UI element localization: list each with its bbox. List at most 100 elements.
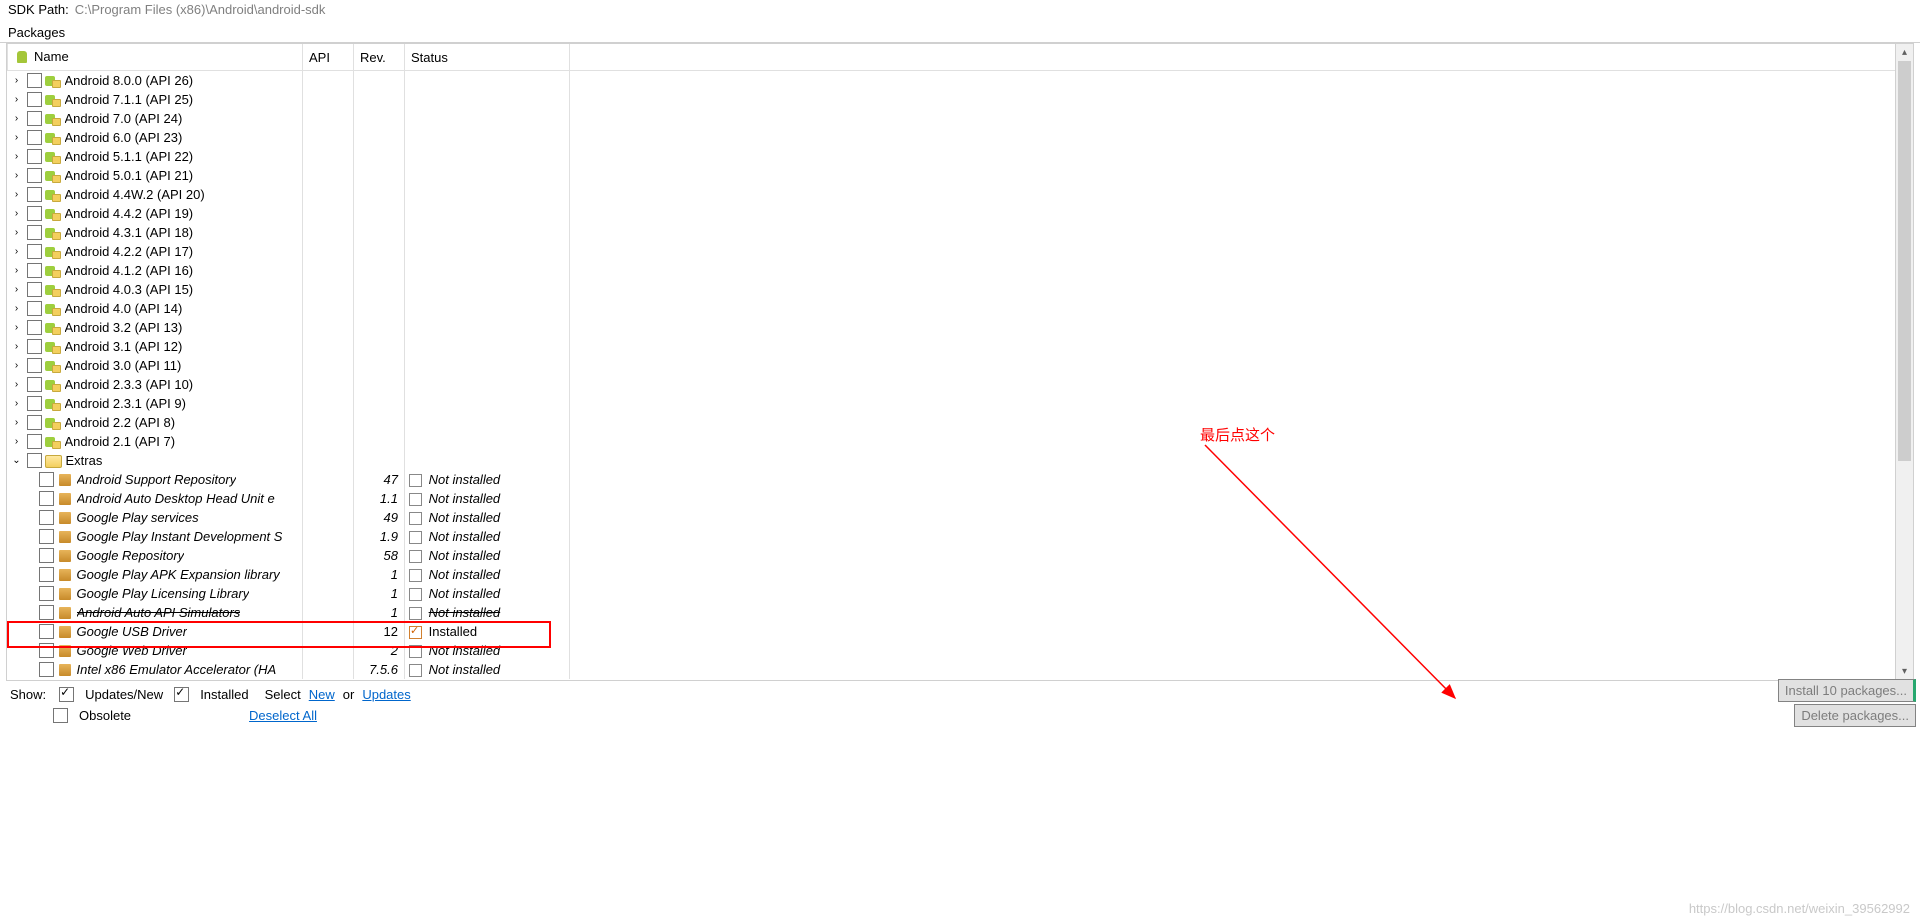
- expand-icon[interactable]: ›: [10, 226, 24, 240]
- row-checkbox[interactable]: [39, 624, 54, 639]
- row-checkbox[interactable]: [39, 605, 54, 620]
- expand-icon[interactable]: ›: [10, 321, 24, 335]
- expand-icon[interactable]: ›: [10, 302, 24, 316]
- install-packages-button[interactable]: Install 10 packages...: [1778, 679, 1916, 702]
- row-checkbox[interactable]: [39, 662, 54, 677]
- extras-item-row[interactable]: Android Support Repository 47 Not instal…: [8, 470, 1913, 489]
- row-checkbox[interactable]: [27, 73, 42, 88]
- platform-row[interactable]: › Android 2.2 (API 8): [8, 413, 1913, 432]
- row-checkbox[interactable]: [27, 225, 42, 240]
- vertical-scrollbar[interactable]: ▴ ▾: [1895, 44, 1913, 680]
- col-name[interactable]: Name: [8, 44, 303, 71]
- expand-icon[interactable]: ›: [10, 264, 24, 278]
- col-api[interactable]: API: [303, 44, 354, 71]
- row-checkbox[interactable]: [27, 396, 42, 411]
- row-checkbox[interactable]: [39, 643, 54, 658]
- row-checkbox[interactable]: [27, 453, 42, 468]
- platform-row[interactable]: › Android 7.0 (API 24): [8, 109, 1913, 128]
- row-checkbox[interactable]: [27, 244, 42, 259]
- platform-row[interactable]: › Android 4.0 (API 14): [8, 299, 1913, 318]
- extras-item-row[interactable]: Google Play APK Expansion library 1 Not …: [8, 565, 1913, 584]
- platform-row[interactable]: › Android 2.3.1 (API 9): [8, 394, 1913, 413]
- expand-icon[interactable]: ›: [10, 188, 24, 202]
- expand-icon[interactable]: ›: [10, 283, 24, 297]
- platform-row[interactable]: › Android 3.0 (API 11): [8, 356, 1913, 375]
- expand-icon[interactable]: ›: [10, 93, 24, 107]
- expand-icon[interactable]: ›: [10, 131, 24, 145]
- updates-new-checkbox[interactable]: [59, 687, 74, 702]
- expand-icon[interactable]: ›: [10, 74, 24, 88]
- row-checkbox[interactable]: [27, 415, 42, 430]
- platform-row[interactable]: › Android 4.3.1 (API 18): [8, 223, 1913, 242]
- scroll-down-icon[interactable]: ▾: [1896, 663, 1913, 680]
- extras-item-row[interactable]: Google USB Driver 12 Installed: [8, 622, 1913, 641]
- row-checkbox[interactable]: [27, 434, 42, 449]
- row-checkbox[interactable]: [27, 187, 42, 202]
- row-checkbox[interactable]: [27, 111, 42, 126]
- row-checkbox[interactable]: [39, 586, 54, 601]
- expand-icon[interactable]: ›: [10, 435, 24, 449]
- extras-item-row[interactable]: Android Auto Desktop Head Unit e 1.1 Not…: [8, 489, 1913, 508]
- platform-row[interactable]: › Android 3.1 (API 12): [8, 337, 1913, 356]
- extras-item-row[interactable]: Google Play Licensing Library 1 Not inst…: [8, 584, 1913, 603]
- extras-item-row[interactable]: Google Play Instant Development S 1.9 No…: [8, 527, 1913, 546]
- row-checkbox[interactable]: [27, 377, 42, 392]
- row-checkbox[interactable]: [27, 320, 42, 335]
- extras-item-row[interactable]: Google Repository 58 Not installed: [8, 546, 1913, 565]
- row-checkbox[interactable]: [27, 263, 42, 278]
- scroll-up-icon[interactable]: ▴: [1896, 44, 1913, 61]
- row-checkbox[interactable]: [27, 301, 42, 316]
- extras-item-row[interactable]: Google Play services 49 Not installed: [8, 508, 1913, 527]
- platform-row[interactable]: › Android 5.0.1 (API 21): [8, 166, 1913, 185]
- expand-icon[interactable]: ›: [10, 245, 24, 259]
- platform-row[interactable]: › Android 4.1.2 (API 16): [8, 261, 1913, 280]
- extras-item-row[interactable]: Android Auto API Simulators 1 Not instal…: [8, 603, 1913, 622]
- scroll-thumb[interactable]: [1898, 61, 1911, 461]
- row-checkbox[interactable]: [39, 472, 54, 487]
- expand-icon[interactable]: ›: [10, 378, 24, 392]
- row-checkbox[interactable]: [39, 510, 54, 525]
- extras-folder-row[interactable]: ⌄ Extras: [8, 451, 1913, 470]
- deselect-all-link[interactable]: Deselect All: [249, 708, 317, 723]
- collapse-icon[interactable]: ⌄: [10, 454, 24, 468]
- expand-icon[interactable]: ›: [10, 150, 24, 164]
- extras-item-row[interactable]: Intel x86 Emulator Accelerator (HA 7.5.6…: [8, 660, 1913, 679]
- platform-row[interactable]: › Android 4.2.2 (API 17): [8, 242, 1913, 261]
- platform-row[interactable]: › Android 2.1 (API 7): [8, 432, 1913, 451]
- expand-icon[interactable]: ›: [10, 112, 24, 126]
- col-rev[interactable]: Rev.: [354, 44, 405, 71]
- row-checkbox[interactable]: [39, 548, 54, 563]
- row-checkbox[interactable]: [39, 529, 54, 544]
- installed-checkbox[interactable]: [174, 687, 189, 702]
- platform-row[interactable]: › Android 2.3.3 (API 10): [8, 375, 1913, 394]
- row-checkbox[interactable]: [39, 491, 54, 506]
- row-checkbox[interactable]: [27, 130, 42, 145]
- extras-item-row[interactable]: Google Web Driver 2 Not installed: [8, 641, 1913, 660]
- platform-row[interactable]: › Android 3.2 (API 13): [8, 318, 1913, 337]
- row-checkbox[interactable]: [27, 168, 42, 183]
- platform-row[interactable]: › Android 5.1.1 (API 22): [8, 147, 1913, 166]
- platform-row[interactable]: › Android 4.4.2 (API 19): [8, 204, 1913, 223]
- expand-icon[interactable]: ›: [10, 416, 24, 430]
- row-checkbox[interactable]: [27, 149, 42, 164]
- col-status[interactable]: Status: [405, 44, 570, 71]
- expand-icon[interactable]: ›: [10, 207, 24, 221]
- row-checkbox[interactable]: [39, 567, 54, 582]
- platform-row[interactable]: › Android 6.0 (API 23): [8, 128, 1913, 147]
- row-checkbox[interactable]: [27, 282, 42, 297]
- select-new-link[interactable]: New: [309, 687, 335, 702]
- expand-icon[interactable]: ›: [10, 340, 24, 354]
- row-checkbox[interactable]: [27, 92, 42, 107]
- platform-row[interactable]: › Android 7.1.1 (API 25): [8, 90, 1913, 109]
- row-checkbox[interactable]: [27, 339, 42, 354]
- platform-row[interactable]: › Android 8.0.0 (API 26): [8, 71, 1913, 91]
- expand-icon[interactable]: ›: [10, 397, 24, 411]
- expand-icon[interactable]: ›: [10, 169, 24, 183]
- row-checkbox[interactable]: [27, 206, 42, 221]
- platform-row[interactable]: › Android 4.4W.2 (API 20): [8, 185, 1913, 204]
- row-checkbox[interactable]: [27, 358, 42, 373]
- obsolete-checkbox[interactable]: [53, 708, 68, 723]
- platform-row[interactable]: › Android 4.0.3 (API 15): [8, 280, 1913, 299]
- expand-icon[interactable]: ›: [10, 359, 24, 373]
- select-updates-link[interactable]: Updates: [362, 687, 410, 702]
